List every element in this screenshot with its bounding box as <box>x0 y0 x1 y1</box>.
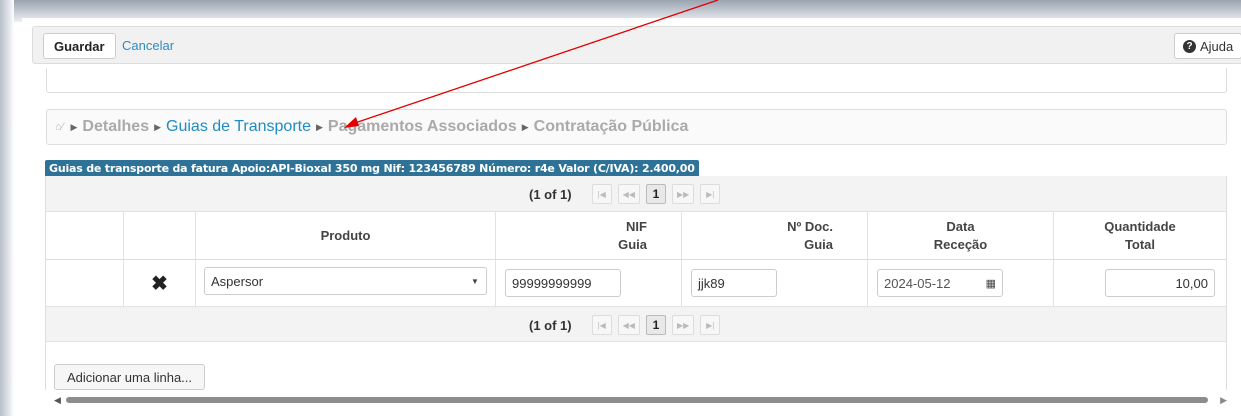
breadcrumb-item-guias-transporte[interactable]: Guias de Transporte <box>166 118 311 136</box>
header-qty-line1: Quantidade <box>1104 218 1176 234</box>
breadcrumb-item-pagamentos[interactable]: Pagamentos Associados <box>328 118 517 136</box>
header-produto[interactable]: Produto <box>196 212 496 259</box>
grid-caption: Guias de transporte da fatura Apoio:API-… <box>45 160 699 176</box>
delete-row-icon[interactable]: ✖ <box>151 271 168 296</box>
guias-table: (1 of 1) |◀ ◀◀ 1 ▶▶ ▶| Produto NIF Guia N… <box>45 176 1227 390</box>
last-page-icon[interactable]: ▶| <box>700 315 721 335</box>
scroll-right-icon[interactable]: ▶ <box>1220 395 1227 405</box>
pager-top: (1 of 1) |◀ ◀◀ 1 ▶▶ ▶| <box>46 176 1226 212</box>
next-page-icon[interactable]: ▶▶ <box>671 315 695 335</box>
chevron-right-icon: ▶ <box>154 121 162 132</box>
scroll-left-icon[interactable]: ◀ <box>54 395 61 405</box>
scroll-thumb[interactable] <box>66 397 1208 403</box>
header-actions <box>124 212 196 259</box>
breadcrumb-item-contratacao[interactable]: Contratação Pública <box>534 118 689 136</box>
breadcrumb: ⌂⁄ ▶ Detalhes ▶ Guias de Transporte ▶ Pa… <box>46 109 1227 145</box>
header-doc[interactable]: Nº Doc. Guia <box>682 212 868 259</box>
chevron-right-icon: ▶ <box>316 121 323 132</box>
caret-down-icon[interactable]: ▼ <box>464 268 486 294</box>
chevron-right-icon: ▶ <box>521 121 529 132</box>
first-page-icon[interactable]: |◀ <box>591 315 612 335</box>
toolbar: Guardar Cancelar ? Ajuda <box>32 26 1241 64</box>
table-row: ✖ Aspersor ▼ 99999999999 jjk89 2024-05-1… <box>46 260 1226 306</box>
prev-page-icon[interactable]: ◀◀ <box>617 315 640 335</box>
produto-cell: Aspersor ▼ <box>196 260 496 306</box>
doc-input[interactable]: jjk89 <box>691 269 777 297</box>
produto-value: Aspersor <box>211 273 264 289</box>
header-doc-line2: Guia <box>804 236 833 252</box>
calendar-icon[interactable]: ▦ <box>986 277 996 290</box>
nif-cell: 99999999999 <box>496 260 682 306</box>
header-nif-line1: NIF <box>626 218 647 234</box>
table-header: Produto NIF Guia Nº Doc. Guia Data Receção … <box>46 212 1226 260</box>
produto-select[interactable]: Aspersor ▼ <box>204 267 487 295</box>
quantidade-cell: 10,00 <box>1054 260 1226 306</box>
prev-page-icon[interactable]: ◀◀ <box>617 184 640 204</box>
chevron-right-icon: ▶ <box>70 121 78 132</box>
first-page-icon[interactable]: |◀ <box>591 184 612 204</box>
next-page-icon[interactable]: ▶▶ <box>671 184 695 204</box>
pager-count: (1 of 1) <box>529 317 572 333</box>
horizontal-scrollbar[interactable]: ◀ ▶ <box>52 395 1227 405</box>
header-qty-line2: Total <box>1124 236 1156 252</box>
nif-input[interactable]: 99999999999 <box>505 269 621 297</box>
date-value: 2024-05-12 <box>884 275 951 291</box>
header-blank <box>46 212 124 259</box>
main-panel: Guardar Cancelar ? Ajuda ⌂⁄ ▶ Detalhes ▶… <box>22 18 1241 416</box>
help-button[interactable]: ? Ajuda <box>1174 33 1241 59</box>
pager-bottom: (1 of 1) |◀ ◀◀ 1 ▶▶ ▶| <box>46 306 1226 342</box>
date-input[interactable]: 2024-05-12 ▦ <box>877 269 1003 297</box>
row-actions: ✖ <box>124 260 196 306</box>
header-nif[interactable]: NIF Guia <box>496 212 682 259</box>
pager-count: (1 of 1) <box>529 186 572 202</box>
last-page-icon[interactable]: ▶| <box>700 184 721 204</box>
doc-cell: jjk89 <box>682 260 868 306</box>
cancel-link[interactable]: Cancelar <box>122 38 174 53</box>
help-label: Ajuda <box>1200 38 1234 54</box>
header-doc-line1: Nº Doc. <box>787 218 833 234</box>
row-blank <box>46 260 124 306</box>
header-data-line1: Data <box>946 218 975 234</box>
page-number[interactable]: 1 <box>645 315 666 335</box>
window-left-edge <box>0 0 14 416</box>
header-quantidade[interactable]: Quantidade Total <box>1054 212 1226 259</box>
header-data[interactable]: Data Receção <box>868 212 1054 259</box>
quantidade-input[interactable]: 10,00 <box>1105 269 1215 297</box>
header-nif-line2: Guia <box>618 236 647 252</box>
empty-header-panel <box>46 68 1227 93</box>
breadcrumb-item-detalhes[interactable]: Detalhes <box>82 118 149 136</box>
header-data-line2: Receção <box>933 236 988 252</box>
question-circle-icon: ? <box>1183 39 1196 53</box>
save-button[interactable]: Guardar <box>43 33 116 59</box>
add-line-button[interactable]: Adicionar uma linha... <box>54 364 206 390</box>
data-cell: 2024-05-12 ▦ <box>868 260 1054 306</box>
page-number[interactable]: 1 <box>645 184 666 204</box>
home-icon[interactable]: ⌂⁄ <box>55 121 63 133</box>
